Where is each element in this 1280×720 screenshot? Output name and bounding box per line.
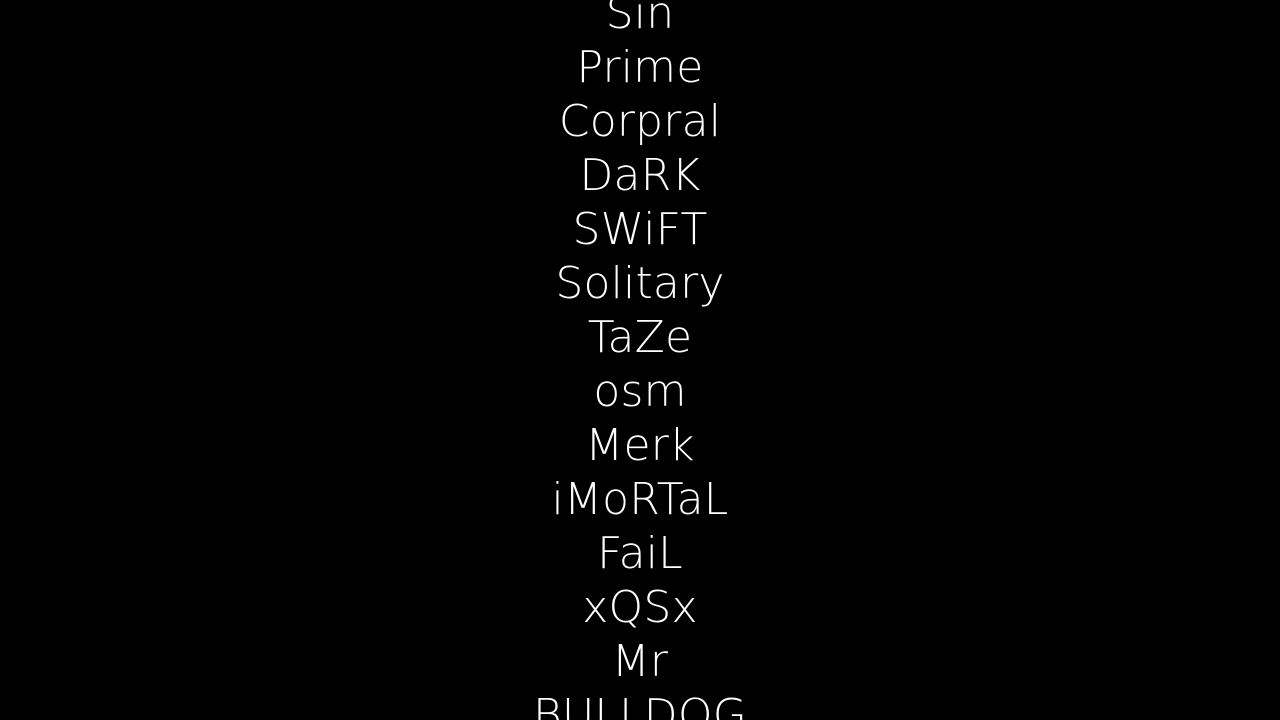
credits-roll-container: Sin Prime Corpral DaRK SWiFT Solitary Ta… <box>0 0 1280 720</box>
credit-line: DaRK <box>579 150 701 201</box>
credit-line: Merk <box>585 420 695 471</box>
credit-line: osm <box>593 366 687 417</box>
credits-screen: Sin Prime Corpral DaRK SWiFT Solitary Ta… <box>0 0 1280 720</box>
credit-line: Solitary <box>555 258 725 309</box>
credit-line: xQSx <box>582 582 698 633</box>
credit-line: iMoRTaL <box>551 474 729 525</box>
credit-line: SWiFT <box>572 204 708 255</box>
credit-line: BULLDOG <box>532 690 748 720</box>
credit-line: Sin <box>605 0 675 39</box>
credit-line: Mr <box>611 636 669 687</box>
credit-line: Prime <box>576 42 704 93</box>
credit-line: TaZe <box>587 312 693 363</box>
credit-line: FaiL <box>597 528 683 579</box>
credit-line: Corpral <box>558 96 722 147</box>
